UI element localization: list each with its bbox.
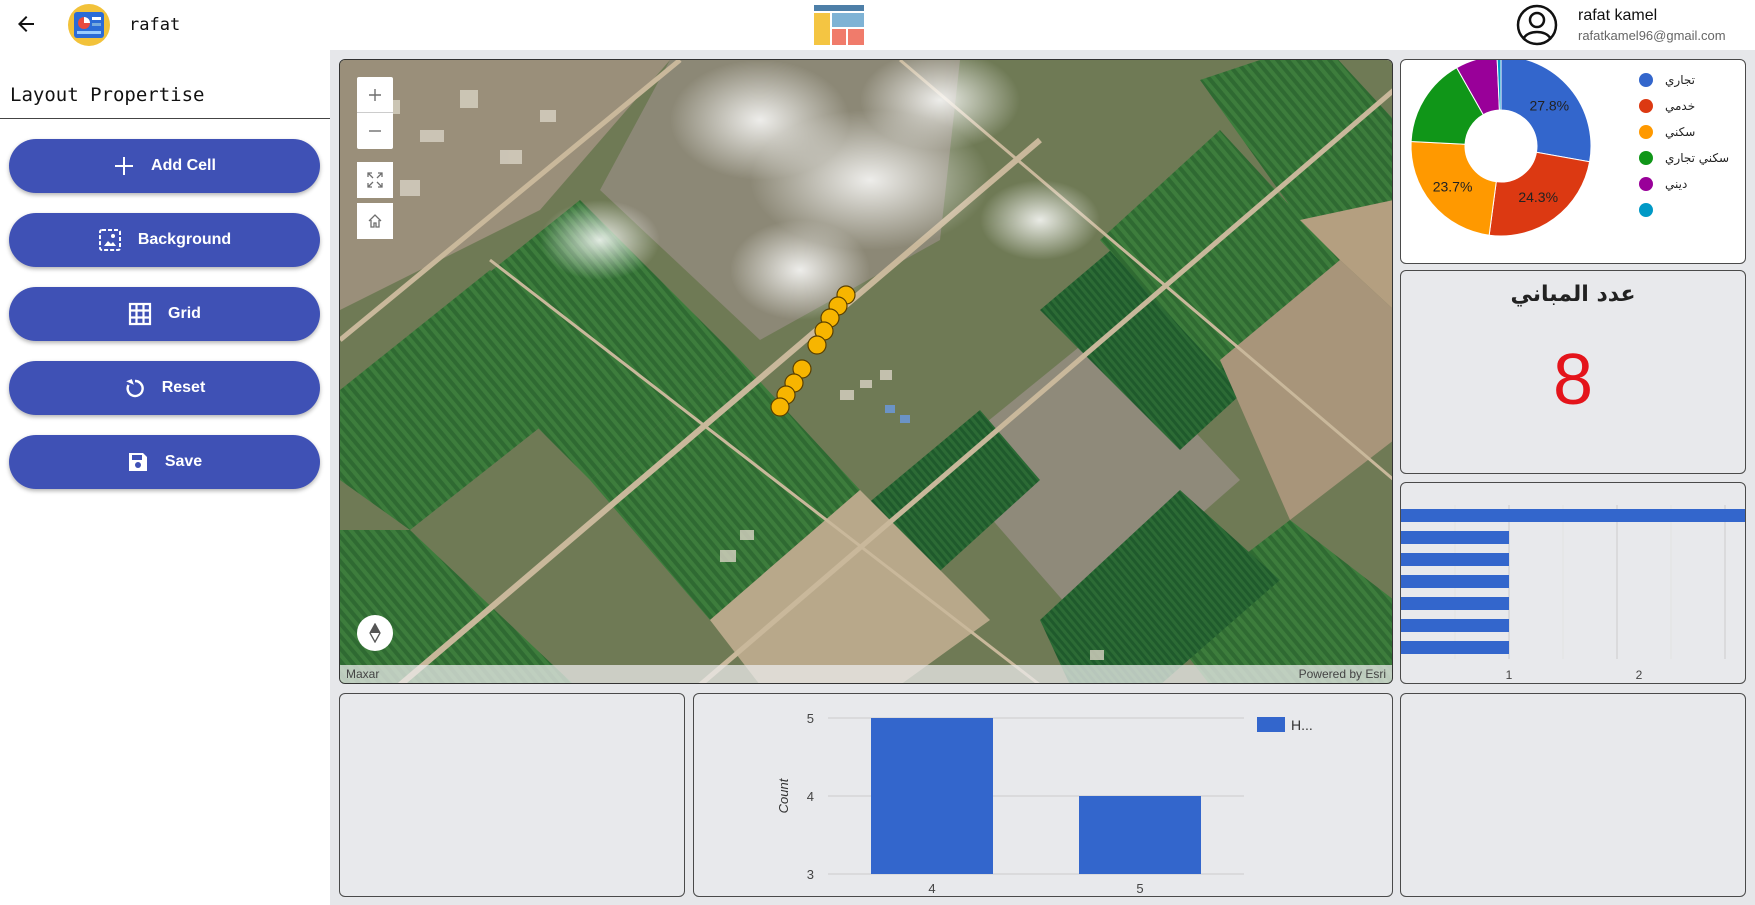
legend-label[interactable]: سكني	[1665, 125, 1695, 139]
layout-sidebar: Layout Propertise Add Cell Background Gr…	[0, 50, 330, 905]
y-tick-label: 3	[807, 867, 814, 882]
legend-swatch	[1639, 203, 1653, 217]
legend-label[interactable]: تجاري	[1665, 73, 1695, 88]
pie-data-label: 23.7%	[1433, 178, 1473, 194]
compass-button[interactable]	[357, 615, 393, 651]
pie-data-label: 27.8%	[1529, 98, 1569, 114]
back-arrow-icon[interactable]	[14, 12, 38, 36]
user-name: rafat kamel	[1578, 7, 1658, 24]
map-point-marker[interactable]	[807, 335, 827, 355]
grid-icon	[128, 302, 152, 326]
account-circle-icon[interactable]	[1516, 4, 1558, 46]
fullscreen-icon	[367, 172, 383, 188]
bar[interactable]	[1401, 575, 1509, 588]
bar[interactable]	[1401, 531, 1509, 544]
x-tick-label: 1	[1506, 668, 1513, 682]
bar[interactable]	[871, 718, 993, 874]
compass-icon	[369, 623, 381, 643]
horizontal-bar-chart: 12	[1401, 505, 1746, 682]
zoom-in-button[interactable]	[357, 77, 393, 113]
column-chart-cell[interactable]: 5 4 3 Count 4 5 H...	[693, 693, 1393, 897]
user-email: rafatkamel96@gmail.com	[1578, 28, 1726, 43]
donut-chart: 27.8% 24.3% 23.7% تجاري خدمي سكني سكني تجاري دي…	[1410, 60, 1729, 237]
reset-label: Reset	[161, 379, 206, 396]
image-icon	[98, 229, 121, 251]
pie-chart-cell[interactable]: 27.8% 24.3% 23.7% تجاري خدمي سكني سكني تجاري دي…	[1400, 59, 1746, 264]
layout-logo-icon	[814, 5, 864, 45]
building-count-cell[interactable]: عدد المباني 8	[1400, 270, 1746, 474]
y-tick-label: 5	[807, 711, 814, 726]
legend-swatch	[1639, 73, 1653, 87]
grid-label: Grid	[168, 305, 201, 322]
home-button[interactable]	[357, 203, 393, 239]
bar[interactable]	[1401, 641, 1509, 654]
save-label: Save	[164, 453, 203, 470]
empty-cell[interactable]	[1400, 693, 1746, 897]
grid-button[interactable]: Grid	[9, 287, 320, 341]
zoom-out-icon	[369, 130, 381, 132]
reset-icon	[125, 379, 144, 398]
count-title: عدد المباني	[1510, 282, 1636, 307]
legend-label[interactable]: ديني	[1665, 177, 1687, 191]
empty-cell[interactable]	[339, 693, 685, 897]
column-chart: 5 4 3 Count 4 5 H...	[776, 711, 1313, 896]
top-bar: rafat rafat kamel rafatkamel96@gmail.com	[0, 0, 1755, 50]
legend-swatch	[1639, 99, 1653, 113]
pie-data-label: 24.3%	[1518, 189, 1558, 205]
save-button[interactable]: Save	[9, 435, 320, 489]
attribution-source: Maxar	[346, 667, 380, 681]
horizontal-bar-chart-cell[interactable]: 12	[1400, 482, 1746, 684]
legend-label[interactable]: H...	[1291, 717, 1313, 733]
add-cell-label: Add Cell	[151, 157, 216, 174]
legend-swatch	[1639, 151, 1653, 165]
legend-label[interactable]: خدمي	[1665, 99, 1695, 113]
count-value: 8	[1552, 340, 1594, 420]
legend-label[interactable]: سكني تجاري	[1665, 151, 1729, 166]
background-button[interactable]: Background	[9, 213, 320, 267]
map-point-marker[interactable]	[770, 397, 790, 417]
save-icon	[128, 453, 147, 471]
map-attribution: Maxar Powered by Esri	[340, 665, 1392, 683]
bar[interactable]	[1079, 796, 1201, 874]
home-icon	[368, 214, 382, 228]
y-axis-label: Count	[776, 777, 791, 813]
plus-icon	[115, 157, 134, 175]
legend-swatch	[1257, 717, 1285, 732]
app-logo	[68, 4, 110, 46]
sidebar-title: Layout Propertise	[10, 84, 205, 106]
legend-swatch	[1639, 125, 1653, 139]
building-markers	[770, 285, 856, 417]
bar[interactable]	[1401, 619, 1509, 632]
reset-button[interactable]: Reset	[9, 361, 320, 415]
bar[interactable]	[1401, 509, 1746, 522]
satellite-map[interactable]: Maxar Powered by Esri	[339, 59, 1393, 684]
background-label: Background	[137, 231, 232, 248]
x-tick-label: 4	[928, 881, 935, 896]
bar[interactable]	[1401, 597, 1509, 610]
attribution-powered-by[interactable]: Powered by Esri	[1299, 667, 1386, 681]
add-cell-button[interactable]: Add Cell	[9, 139, 320, 193]
zoom-in-icon	[369, 88, 381, 101]
fullscreen-button[interactable]	[357, 162, 393, 198]
sidebar-divider	[0, 118, 330, 119]
x-tick-label: 2	[1636, 668, 1643, 682]
app-name: rafat	[129, 15, 181, 35]
zoom-out-button[interactable]	[357, 113, 393, 149]
legend-swatch	[1639, 177, 1653, 191]
bar[interactable]	[1401, 553, 1509, 566]
x-tick-label: 5	[1136, 881, 1143, 896]
y-tick-label: 4	[807, 789, 814, 804]
